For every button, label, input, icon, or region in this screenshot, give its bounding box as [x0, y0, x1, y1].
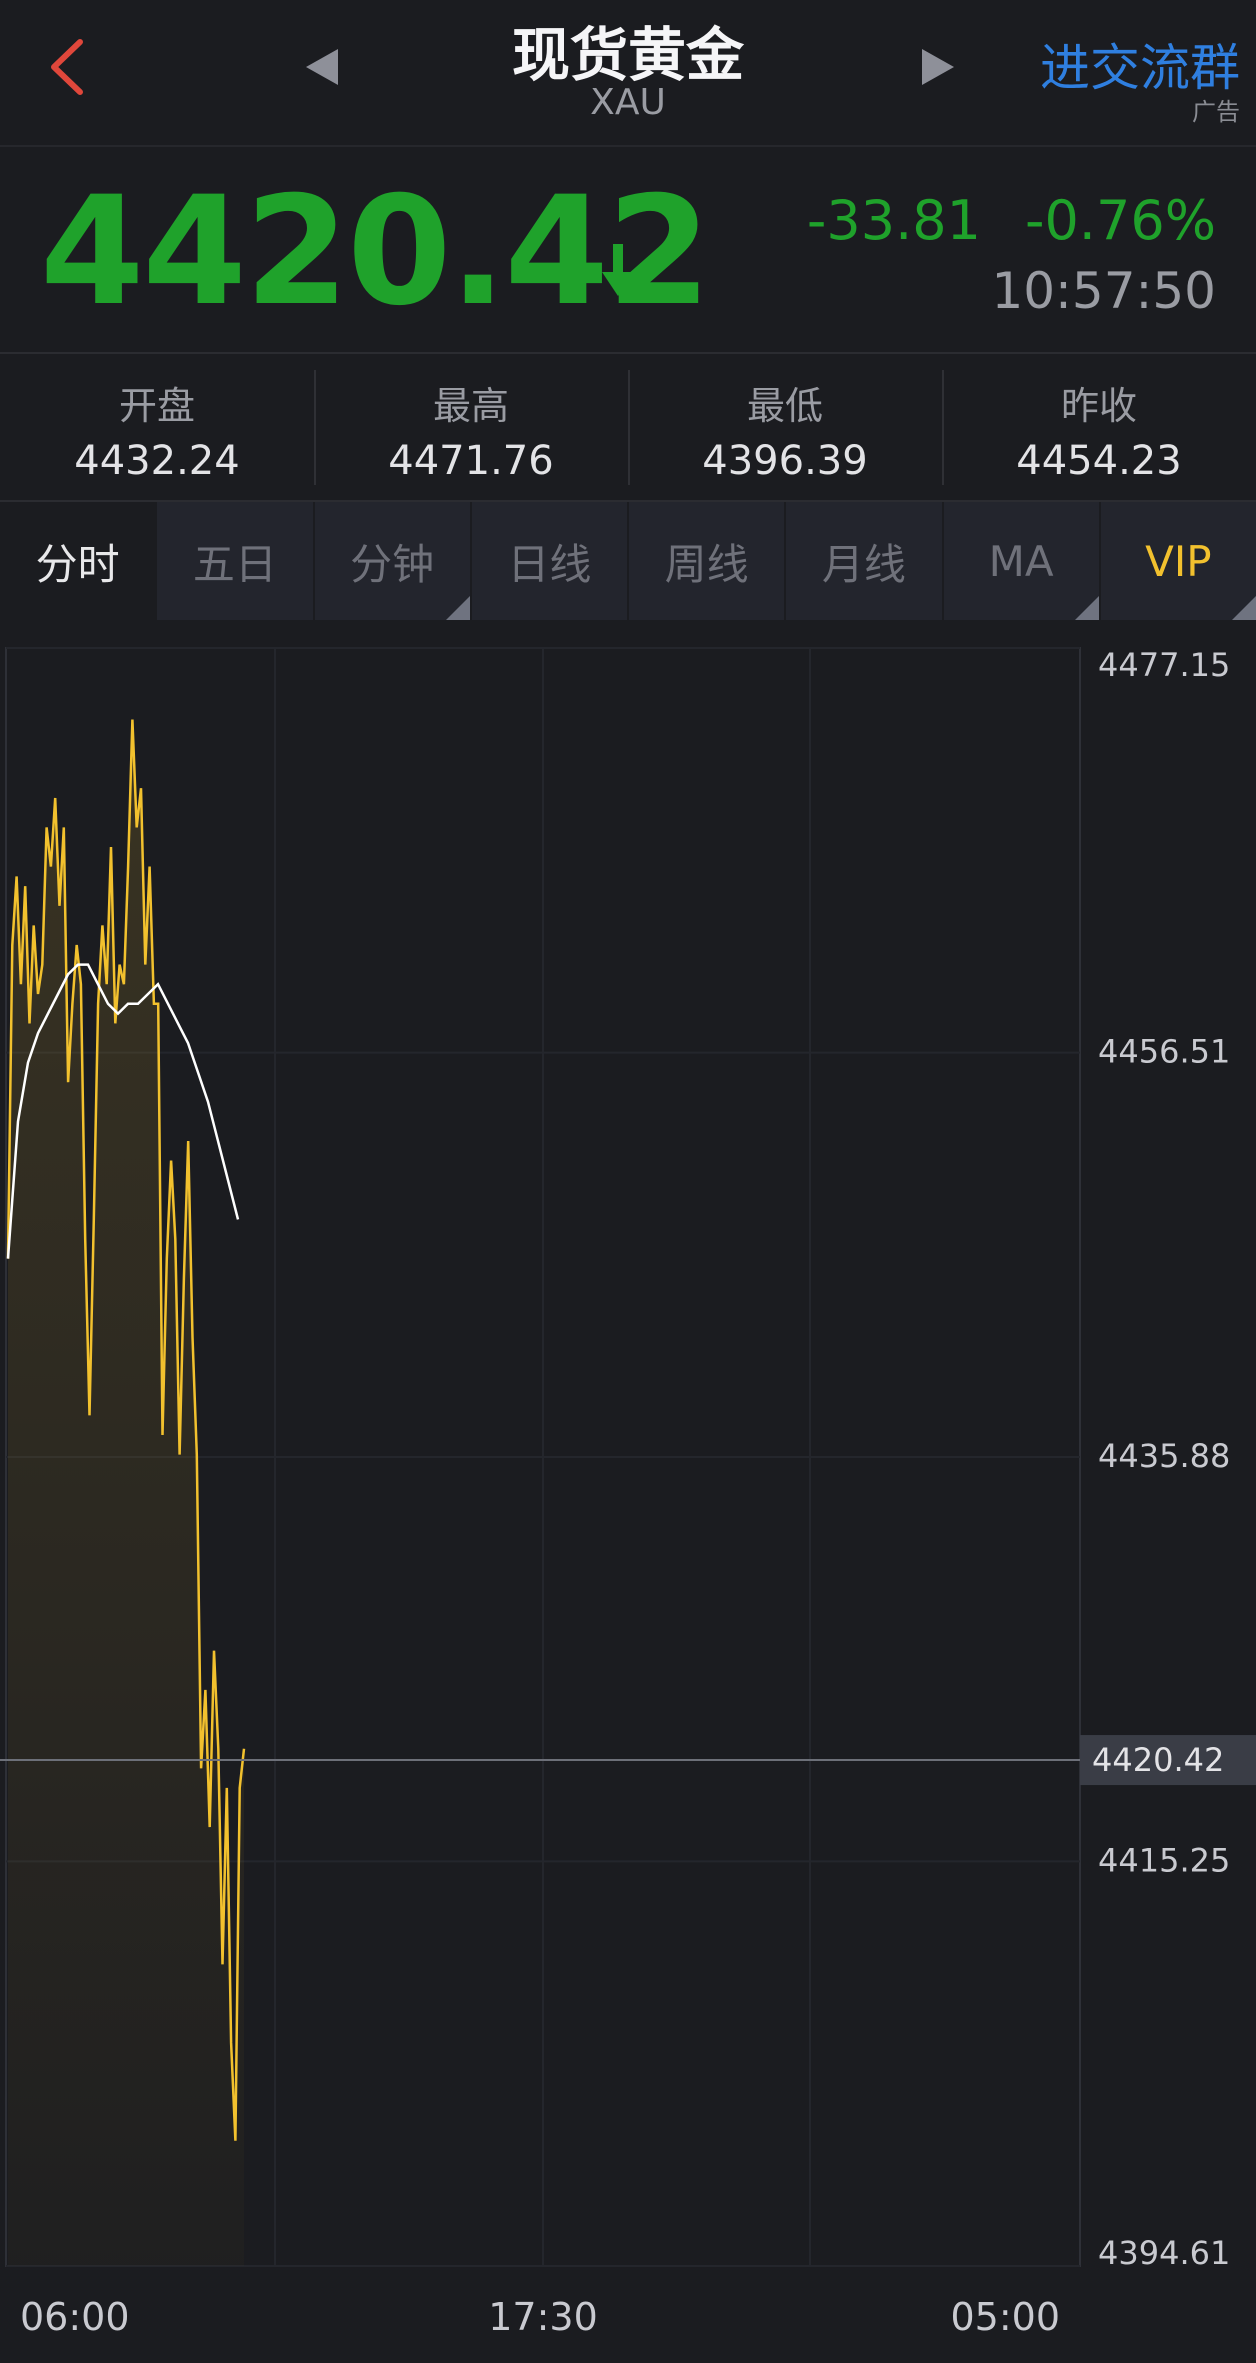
- y-tick-label: 4477.15: [1098, 646, 1230, 684]
- tab-daily[interactable]: 日线: [469, 502, 627, 620]
- y-axis-labels: 4477.15 4456.51 4435.88 4415.25 4394.61: [1098, 646, 1230, 2272]
- stats-bar: 开盘 4432.24 最高 4471.76 最低 4396.39 昨收 4454…: [0, 355, 1256, 502]
- tab-five-day[interactable]: 五日: [155, 502, 313, 620]
- stat-value: 4396.39: [702, 438, 868, 484]
- quote-time: 10:57:50: [991, 262, 1216, 320]
- x-tick-label: 06:00: [20, 2295, 130, 2339]
- join-group-link[interactable]: 进交流群: [1040, 28, 1240, 100]
- tab-label: MA: [988, 536, 1054, 586]
- symbol-code: XAU: [590, 82, 666, 123]
- tab-label: 分钟: [350, 539, 435, 589]
- stat-low: 最低 4396.39: [628, 355, 942, 500]
- x-tick-label: 17:30: [488, 2295, 598, 2339]
- tab-ma[interactable]: MA: [941, 502, 1099, 620]
- stat-open: 开盘 4432.24: [0, 355, 314, 500]
- x-tick-label: 05:00: [950, 2295, 1060, 2339]
- stat-value: 4432.24: [74, 438, 240, 484]
- stat-value: 4471.76: [388, 438, 554, 484]
- tab-label: VIP: [1145, 536, 1212, 586]
- back-chevron-icon[interactable]: [38, 32, 108, 102]
- dropdown-corner-icon: [1074, 596, 1099, 620]
- tab-intraday[interactable]: 分时: [0, 502, 156, 620]
- ad-label: 广告: [1192, 98, 1240, 126]
- y-tick-label: 4456.51: [1098, 1033, 1230, 1071]
- tab-weekly[interactable]: 周线: [627, 502, 785, 620]
- next-arrow-icon[interactable]: [910, 45, 960, 89]
- dropdown-corner-icon: [445, 596, 470, 620]
- y-tick-label: 4394.61: [1098, 2234, 1230, 2272]
- y-tick-label: 4415.25: [1098, 1841, 1230, 1879]
- quote-panel: 4420.42 -33.81 -0.76% 10:57:50: [0, 147, 1256, 354]
- app-header: 现货黄金 XAU 进交流群 广告: [0, 0, 1256, 147]
- page-title: 现货黄金: [511, 21, 744, 89]
- x-axis-labels: 06:00 17:30 05:00: [20, 2295, 1060, 2339]
- stat-label: 昨收: [1060, 384, 1137, 428]
- intraday-chart[interactable]: 4477.15 4456.51 4435.88 4415.25 4394.61 06:0…: [0, 620, 1256, 2363]
- stat-label: 最高: [432, 384, 509, 428]
- stat-high: 最高 4471.76: [314, 355, 628, 500]
- y-tick-label: 4435.88: [1098, 1437, 1230, 1475]
- period-tabs: 分时 五日 分钟 日线 周线 月线 MA VIP: [0, 502, 1256, 620]
- price-change: -33.81: [806, 189, 981, 252]
- stat-value: 4454.23: [1016, 438, 1182, 484]
- price-change-percent: -0.76%: [1024, 189, 1216, 252]
- stat-label: 最低: [746, 384, 823, 428]
- stat-label: 开盘: [118, 384, 195, 428]
- down-arrow-icon: [602, 244, 634, 296]
- current-price-tag-label: 4420.42: [1092, 1741, 1224, 1779]
- tab-vip[interactable]: VIP: [1098, 502, 1256, 620]
- tab-minute[interactable]: 分钟: [312, 502, 470, 620]
- stat-prev-close: 昨收 4454.23: [942, 355, 1256, 500]
- prev-arrow-icon[interactable]: [300, 45, 350, 89]
- dropdown-corner-icon: [1232, 596, 1256, 620]
- tab-monthly[interactable]: 月线: [784, 502, 942, 620]
